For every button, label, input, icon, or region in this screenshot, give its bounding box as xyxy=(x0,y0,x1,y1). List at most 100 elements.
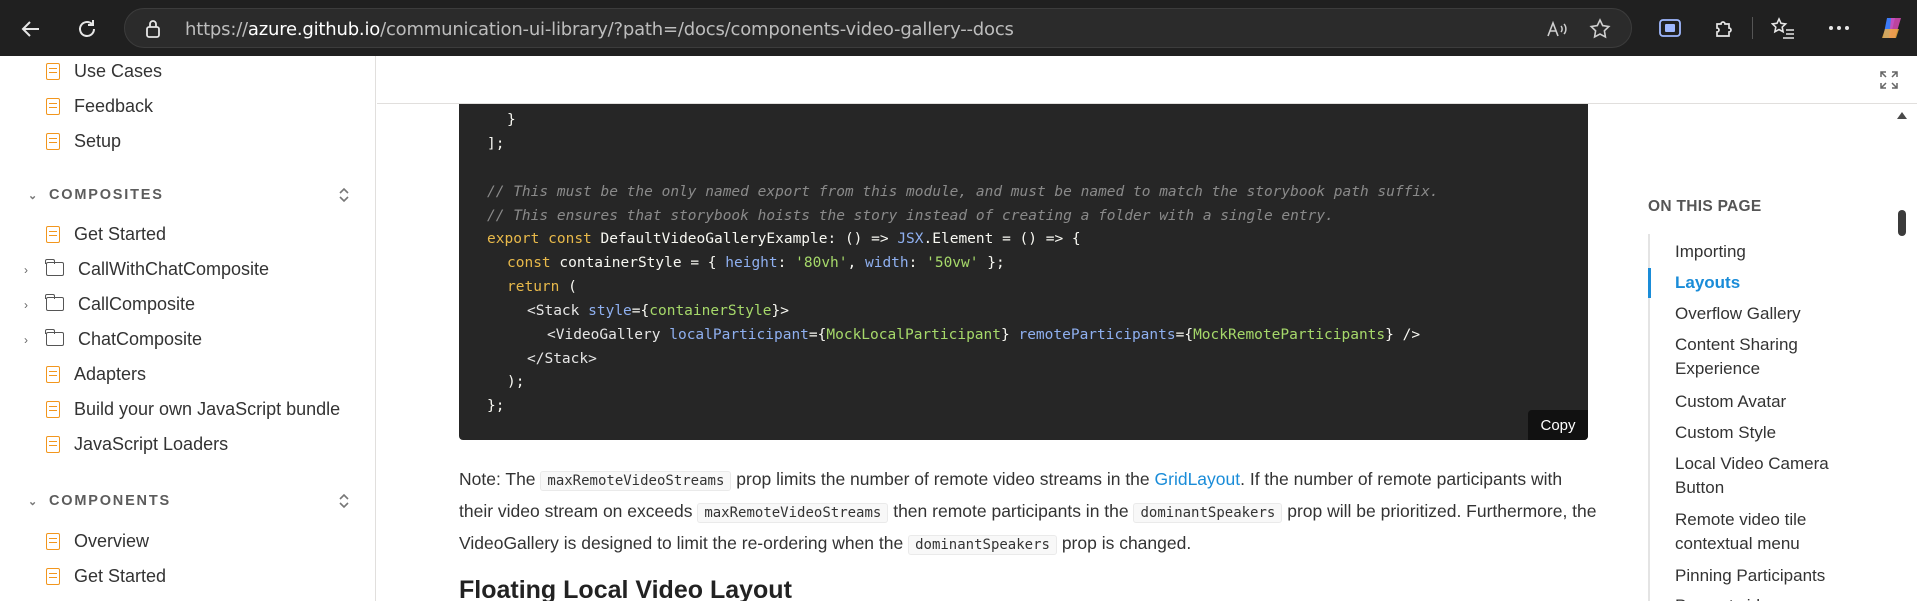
code-line: <Stack style={containerStyle}> xyxy=(527,303,789,319)
sidebar-item-get-started[interactable]: Get Started xyxy=(46,219,166,249)
sidebar-item-label: Get Started xyxy=(74,565,167,586)
sidebar-item-use-cases[interactable]: Use Cases xyxy=(46,56,162,86)
document-icon xyxy=(46,97,60,115)
toc-title: ON THIS PAGE xyxy=(1648,198,1762,215)
sidebar-item-label: JavaScript Loaders xyxy=(74,433,229,454)
section-composites[interactable]: ⌄ COMPOSITES xyxy=(28,183,164,207)
toc-item-custom-avatar[interactable]: Custom Avatar xyxy=(1675,390,1850,414)
toc-item-next[interactable]: Prevent video... xyxy=(1675,594,1850,601)
toc-item-layouts[interactable]: Layouts xyxy=(1675,271,1850,295)
sidebar-item-label: Use Cases xyxy=(74,60,163,81)
code-line: ]; xyxy=(487,136,505,152)
toc-active-indicator xyxy=(1648,268,1651,298)
sidebar-item-label: Get Started xyxy=(74,223,167,244)
sidebar-item-javascript-loaders[interactable]: JavaScript Loaders xyxy=(46,429,228,459)
section-components[interactable]: ⌄ COMPONENTS xyxy=(28,489,171,513)
sidebar-item-label: ChatComposite xyxy=(78,328,203,349)
sidebar-item-components-get-started[interactable]: Get Started xyxy=(46,561,166,591)
gridlayout-link[interactable]: GridLayout xyxy=(1155,469,1241,489)
note-paragraph: Note: The maxRemoteVideoStreams prop lim… xyxy=(459,469,1597,555)
back-button[interactable] xyxy=(14,12,48,46)
more-button[interactable] xyxy=(1824,13,1854,43)
read-aloud-icon[interactable] xyxy=(1544,17,1570,41)
copilot-icon xyxy=(1882,18,1901,38)
collections-button[interactable] xyxy=(1655,13,1685,43)
sidebar-item-setup[interactable]: Setup xyxy=(46,126,121,156)
puzzle-icon xyxy=(1716,21,1732,37)
url-scheme: https:// xyxy=(185,19,248,40)
document-icon xyxy=(46,62,60,80)
sidebar-item-feedback[interactable]: Feedback xyxy=(46,91,153,121)
inline-code: maxRemoteVideoStreams xyxy=(540,471,732,491)
section-label: COMPOSITES xyxy=(49,187,164,203)
folder-icon xyxy=(45,259,64,276)
docs-topbar xyxy=(377,56,1917,104)
folder-icon xyxy=(45,329,64,346)
scrollbar-thumb[interactable] xyxy=(1898,210,1906,236)
code-block: } ]; // This must be the only named expo… xyxy=(459,104,1588,440)
document-icon xyxy=(46,435,60,453)
inline-code: dominantSpeakers xyxy=(908,535,1057,555)
toolbar-separator xyxy=(1752,17,1753,39)
code-line: }; xyxy=(487,398,505,414)
inline-code: maxRemoteVideoStreams xyxy=(697,503,889,523)
code-line: export const DefaultVideoGalleryExample:… xyxy=(487,231,1081,247)
sidebar-item-overview[interactable]: Overview xyxy=(46,526,149,556)
lock-icon[interactable] xyxy=(145,19,161,44)
sidebar: Use Cases Feedback Setup ⌄ COMPOSITES Get… xyxy=(0,56,376,601)
back-arrow-icon xyxy=(21,21,39,37)
scroll-up-arrow-icon[interactable] xyxy=(1896,110,1908,120)
chevron-right-icon: › xyxy=(24,263,28,277)
scrollbar[interactable] xyxy=(1894,104,1910,601)
toc-item-content-sharing[interactable]: Content Sharing Experience xyxy=(1675,333,1850,381)
expand-collapse-icon[interactable] xyxy=(334,183,354,207)
more-dots-icon xyxy=(1829,26,1849,30)
url-path: /communication-ui-library/?path=/docs/co… xyxy=(380,19,1014,40)
sidebar-item-build-bundle[interactable]: Build your own JavaScript bundle xyxy=(46,394,340,424)
sidebar-item-chatcomposite[interactable]: › ChatComposite xyxy=(24,324,203,354)
document-icon xyxy=(46,225,60,243)
toc-item-pinning[interactable]: Pinning Participants xyxy=(1675,564,1850,588)
favorite-star-icon[interactable] xyxy=(1587,17,1613,41)
document-icon xyxy=(46,532,60,550)
toc-item-overflow-gallery[interactable]: Overflow Gallery xyxy=(1675,302,1850,326)
code-line: <VideoGallery localParticipant={MockLoca… xyxy=(547,327,1421,343)
copilot-button[interactable] xyxy=(1877,13,1907,43)
sidebar-item-callcomposite[interactable]: › CallComposite xyxy=(24,289,196,319)
document-icon xyxy=(46,400,60,418)
browser-toolbar: https://azure.github.io/communication-ui… xyxy=(0,0,1917,56)
code-line: ); xyxy=(507,374,525,390)
code-comment: // This ensures that storybook hoists th… xyxy=(487,208,1334,224)
document-icon xyxy=(46,567,60,585)
sidebar-item-label: CallComposite xyxy=(78,293,196,314)
sidebar-item-label: Overview xyxy=(74,530,150,551)
sidebar-item-callwithchatcomposite[interactable]: › CallWithChatComposite xyxy=(24,254,269,284)
favorites-button[interactable] xyxy=(1768,13,1798,43)
toc-item-importing[interactable]: Importing xyxy=(1675,240,1850,264)
sidebar-item-adapters[interactable]: Adapters xyxy=(46,359,146,389)
refresh-button[interactable] xyxy=(70,12,104,46)
code-line: </Stack> xyxy=(527,351,597,367)
expand-collapse-icon[interactable] xyxy=(334,489,354,513)
extensions-button[interactable] xyxy=(1709,13,1739,43)
section-label: COMPONENTS xyxy=(49,493,171,509)
document-icon xyxy=(46,365,60,383)
toc-item-custom-style[interactable]: Custom Style xyxy=(1675,421,1850,445)
folder-icon xyxy=(45,294,64,311)
code-line: } xyxy=(507,112,516,128)
copy-button[interactable]: Copy xyxy=(1528,410,1588,440)
fullscreen-icon xyxy=(1880,71,1898,89)
code-line: return ( xyxy=(507,279,577,295)
chevron-down-icon: ⌄ xyxy=(28,189,40,202)
inline-code: dominantSpeakers xyxy=(1133,503,1283,523)
fullscreen-button[interactable] xyxy=(1877,68,1901,92)
url-text[interactable]: https://azure.github.io/communication-ui… xyxy=(185,19,1014,40)
sidebar-item-label: Feedback xyxy=(74,95,154,116)
chevron-right-icon: › xyxy=(24,298,28,312)
address-bar[interactable]: https://azure.github.io/communication-ui… xyxy=(124,8,1632,48)
document-icon xyxy=(46,132,60,150)
chevron-right-icon: › xyxy=(24,333,28,347)
code-line: const containerStyle = { height: '80vh',… xyxy=(507,255,1005,271)
toc-item-remote-video-menu[interactable]: Remote video tile contextual menu xyxy=(1675,508,1850,556)
toc-item-local-video-camera[interactable]: Local Video Camera Button xyxy=(1675,452,1850,500)
